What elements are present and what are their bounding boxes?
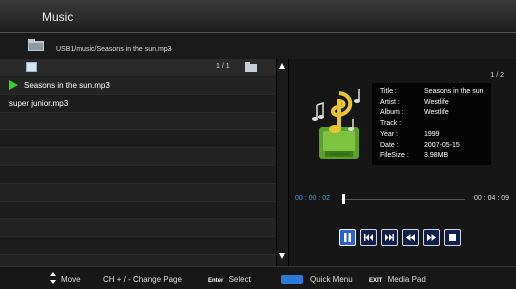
list-page-indicator: 1 / 1 (216, 63, 230, 70)
breadcrumb: USB1/music/Seasons in the sun.mp3 (56, 46, 172, 53)
scroll-down-icon[interactable] (279, 253, 285, 259)
file-name: super junior.mp3 (9, 98, 69, 108)
list-item[interactable]: super junior.mp3 (0, 94, 276, 113)
progress-handle[interactable] (342, 194, 345, 204)
current-time: 00 : 00 : 02 (295, 195, 331, 202)
empty-list-row (0, 219, 276, 238)
fast-forward-icon (427, 234, 436, 241)
hint-quick-menu: Quick Menu (310, 275, 353, 284)
empty-list-row (0, 112, 276, 131)
empty-list-row (0, 130, 276, 149)
hint-change-page-label: Change Page (133, 275, 182, 284)
empty-list-row (0, 165, 276, 184)
list-item[interactable]: Seasons in the sun.mp3 (0, 77, 276, 95)
rewind-icon (406, 234, 415, 241)
hint-media-pad-label: Media Pad (387, 275, 426, 284)
music-file-icon (26, 62, 37, 72)
hint-select: Enter Select (208, 275, 251, 284)
next-icon (385, 234, 394, 241)
folder-icon (28, 39, 44, 51)
empty-list-row (0, 183, 276, 202)
music-note-icon (312, 89, 360, 159)
scroll-up-icon[interactable] (279, 63, 285, 69)
previous-icon (364, 234, 373, 241)
app-title: Music (42, 10, 74, 24)
title-bar: Music (0, 0, 516, 33)
empty-list-row (0, 201, 276, 220)
key-ch: CH + / - (103, 275, 131, 284)
stop-button[interactable] (444, 229, 461, 246)
empty-list-row (0, 148, 276, 166)
up-down-arrow-icon (50, 272, 56, 284)
progress-bar[interactable] (341, 199, 465, 200)
key-enter: Enter (208, 278, 224, 284)
key-exit: EXIT (369, 278, 383, 284)
total-time: 00 : 04 : 09 (473, 195, 509, 202)
detail-panel: 1 / 2 Title : Seasons in the sun Artist … (289, 59, 516, 266)
hint-change-page: CH + / - Change Page (103, 275, 182, 284)
file-list-panel: 1 / 1 Seasons in the sun.mp3 super junio… (0, 59, 276, 273)
rewind-button[interactable] (402, 229, 419, 246)
fast-forward-button[interactable] (423, 229, 440, 246)
hint-select-label: Select (228, 275, 251, 284)
hint-move: Move (61, 275, 81, 284)
pause-icon (344, 233, 351, 242)
list-header: 1 / 1 (0, 59, 276, 76)
detail-page-indicator: 1 / 2 (490, 72, 504, 79)
hint-media-pad: EXIT Media Pad (369, 275, 426, 284)
pause-button[interactable] (339, 229, 356, 246)
path-bar: USB1/music/Seasons in the sun.mp3 (0, 33, 516, 59)
next-button[interactable] (381, 229, 398, 246)
empty-list-row (0, 237, 276, 255)
scrollbar[interactable] (277, 59, 288, 266)
file-list: Seasons in the sun.mp3 super junior.mp3 (0, 77, 276, 273)
folder-up-icon[interactable] (245, 62, 257, 72)
file-name: Seasons in the sun.mp3 (24, 81, 110, 90)
track-info: Title : Seasons in the sun Artist : West… (372, 83, 491, 165)
playing-indicator-icon (9, 80, 18, 90)
stop-icon (449, 234, 456, 241)
blue-key-icon (281, 275, 303, 284)
help-bar: Move CH + / - Change Page Enter Select Q… (0, 266, 516, 289)
previous-button[interactable] (360, 229, 377, 246)
